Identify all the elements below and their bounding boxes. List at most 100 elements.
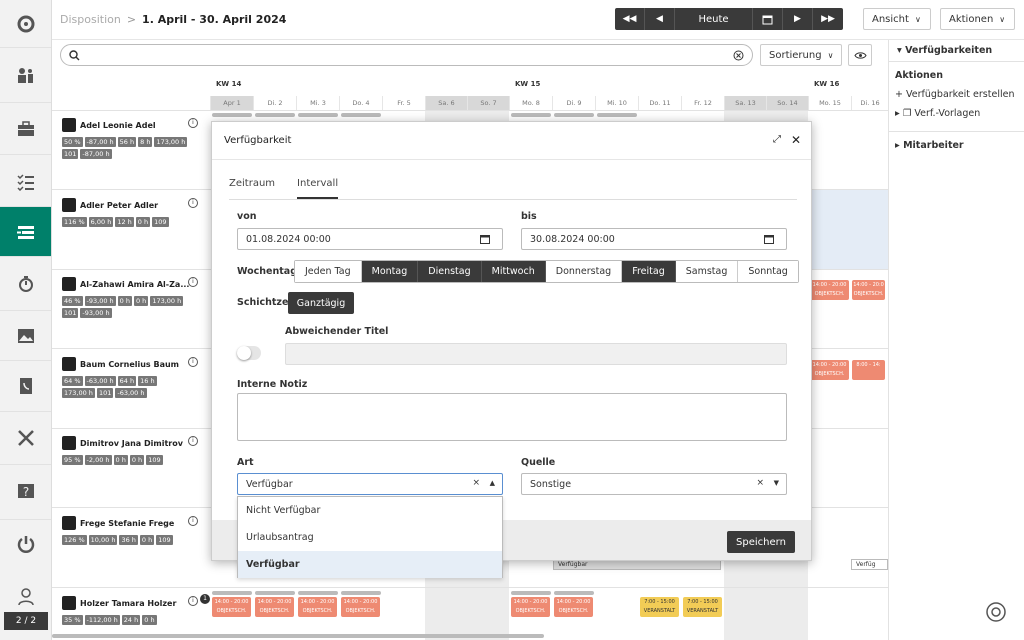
caret-down-icon[interactable]: ▼	[774, 479, 779, 487]
option-not-available[interactable]: Nicht Verfügbar	[238, 497, 502, 524]
shift-block[interactable]: 14:00 - 20:00 OBJEKTSCH.	[255, 597, 294, 617]
shift-block[interactable]: 7:00 - 15:00 VERANSTALT	[683, 597, 722, 617]
day-header[interactable]: Apr 1	[210, 96, 253, 110]
shift-block[interactable]: 8:00 - 14:	[852, 360, 885, 380]
alt-title-toggle[interactable]	[237, 346, 261, 360]
shift-block[interactable]: 14:00 - 20:00 OBJEKTSCH.	[810, 280, 849, 300]
breadcrumb-root[interactable]: Disposition	[60, 13, 121, 26]
weekday-friday[interactable]: Freitag	[622, 261, 676, 282]
source-select[interactable]: Sonstige × ▼	[521, 473, 787, 495]
shift-block[interactable]: 14:00 - 20:0 OBJEKTSCH.	[852, 280, 885, 300]
weekday-saturday[interactable]: Samstag	[675, 261, 739, 282]
employee-row[interactable]: Dimitrov Jana Dimitrov i 95 % -2,00 h 0 …	[62, 436, 212, 465]
nav-logout[interactable]	[0, 520, 51, 568]
today-button[interactable]: Heute	[675, 8, 753, 30]
availability-bar[interactable]: Verfüg	[851, 559, 888, 570]
nav-home[interactable]	[0, 0, 51, 48]
nav-employees[interactable]	[0, 48, 51, 103]
nav-tools[interactable]	[0, 412, 51, 465]
day-header[interactable]: Di. 2	[253, 96, 296, 110]
calendar-button[interactable]	[753, 8, 783, 30]
day-header[interactable]: Do. 11	[638, 96, 681, 110]
employee-row[interactable]: Al-Zahawi Amira Al-Za... i 46 % -93,00 h…	[62, 277, 212, 318]
nav-checklist[interactable]	[0, 155, 51, 207]
availability-section-header[interactable]: ▾ Verfügbarkeiten	[889, 40, 1024, 62]
close-icon[interactable]: ✕	[791, 133, 801, 147]
info-icon[interactable]: i	[188, 516, 198, 526]
search-input[interactable]	[60, 44, 753, 66]
nav-disposition[interactable]	[0, 207, 51, 257]
calendar-icon[interactable]	[764, 234, 774, 244]
weekday-sunday[interactable]: Sonntag	[738, 261, 798, 282]
weekday-every-day[interactable]: Jeden Tag	[295, 261, 362, 282]
day-header[interactable]: Sa. 13	[724, 96, 766, 110]
actions-button[interactable]: Aktionen ∨	[940, 8, 1015, 30]
to-date-input[interactable]: 30.08.2024 00:00	[521, 228, 787, 250]
employee-row[interactable]: Baum Cornelius Baum i 64 % -63,00 h 64 h…	[62, 357, 212, 398]
nav-jobs[interactable]	[0, 103, 51, 155]
day-header[interactable]: Fr. 5	[382, 96, 425, 110]
employees-section-header[interactable]: ▸ Mitarbeiter	[889, 132, 1024, 155]
clear-icon[interactable]	[733, 50, 744, 61]
all-day-button[interactable]: Ganztägig	[288, 292, 354, 314]
nav-contacts[interactable]	[0, 361, 51, 412]
nav-time[interactable]	[0, 257, 51, 311]
info-icon[interactable]: i	[188, 436, 198, 446]
day-header[interactable]: Di. 9	[552, 96, 595, 110]
expand-icon[interactable]: ⤢	[773, 134, 781, 145]
info-icon[interactable]: i	[188, 596, 198, 606]
employee-row[interactable]: Adler Peter Adler i 116 % 6,00 h 12 h 0 …	[62, 198, 212, 227]
from-date-input[interactable]: 01.08.2024 00:00	[237, 228, 503, 250]
next-button[interactable]: ▶	[783, 8, 813, 30]
calendar-icon[interactable]	[480, 234, 490, 244]
day-header[interactable]: Sa. 6	[425, 96, 467, 110]
shift-block[interactable]: 7:00 - 15:00 VERANSTALT	[640, 597, 679, 617]
day-header[interactable]: Fr. 12	[681, 96, 724, 110]
tab-intervall[interactable]: Intervall	[297, 172, 339, 199]
shift-block[interactable]: 14:00 - 20:00 OBJEKTSCH.	[298, 597, 337, 617]
info-icon[interactable]: i	[188, 118, 198, 128]
caret-up-icon[interactable]: ▲	[490, 479, 495, 487]
horizontal-scrollbar[interactable]	[52, 634, 544, 638]
shift-block[interactable]: 14:00 - 20:00 OBJEKTSCH.	[341, 597, 380, 617]
save-button[interactable]: Speichern	[727, 531, 795, 553]
day-header[interactable]: Mi. 3	[296, 96, 339, 110]
nav-help[interactable]: ?	[0, 465, 51, 520]
day-header[interactable]: Mo. 8	[509, 96, 552, 110]
weekday-tuesday[interactable]: Dienstag	[418, 261, 482, 282]
day-header[interactable]: Do. 4	[339, 96, 382, 110]
shift-block[interactable]: 14:00 - 20:00 OBJEKTSCH.	[511, 597, 550, 617]
assistant-icon[interactable]	[984, 600, 1008, 624]
first-page-button[interactable]: ◀◀	[615, 8, 645, 30]
sort-button[interactable]: Sortierung ∨	[760, 44, 842, 66]
employee-row[interactable]: Frege Stefanie Frege i 126 % 10,00 h 36 …	[62, 516, 212, 545]
weekday-monday[interactable]: Montag	[361, 261, 419, 282]
note-textarea[interactable]	[237, 393, 787, 441]
templates-action[interactable]: ▸ ❐ Verf.-Vorlagen	[889, 104, 1024, 123]
shift-block[interactable]: 14:00 - 20:00 OBJEKTSCH.	[554, 597, 593, 617]
day-header[interactable]: So. 14	[766, 96, 808, 110]
tab-zeitraum[interactable]: Zeitraum	[229, 172, 275, 199]
clear-icon[interactable]: ×	[756, 478, 764, 488]
info-icon[interactable]: i	[188, 357, 198, 367]
create-availability-action[interactable]: + Verfügbarkeit erstellen	[889, 85, 1024, 104]
employee-row[interactable]: Adel Leonie Adel i 50 % -87,00 h 56 h 8 …	[62, 118, 212, 159]
shift-block[interactable]: 14:00 - 20:00 OBJEKTSCH.	[212, 597, 251, 617]
alt-title-input[interactable]	[285, 343, 787, 365]
previous-button[interactable]: ◀	[645, 8, 675, 30]
option-vacation-request[interactable]: Urlaubsantrag	[238, 524, 502, 551]
day-header[interactable]: Di. 16	[851, 96, 888, 110]
day-header[interactable]: Mi. 10	[595, 96, 638, 110]
day-header[interactable]: Mo. 15	[808, 96, 851, 110]
last-page-button[interactable]: ▶▶	[813, 8, 843, 30]
weekday-wednesday[interactable]: Mittwoch	[481, 261, 546, 282]
info-icon[interactable]: i	[188, 198, 198, 208]
visibility-button[interactable]	[848, 44, 872, 66]
view-button[interactable]: Ansicht ∨	[863, 8, 931, 30]
weekday-thursday[interactable]: Donnerstag	[545, 261, 623, 282]
employee-row[interactable]: Holzer Tamara Holzer i 35 % -112,00 h 24…	[62, 596, 212, 625]
shift-block[interactable]: 14:00 - 20:00 OBJEKTSCH.	[810, 360, 849, 380]
type-select[interactable]: Verfügbar × ▲	[237, 473, 503, 495]
info-icon[interactable]: i	[188, 277, 198, 287]
day-header[interactable]: So. 7	[467, 96, 509, 110]
